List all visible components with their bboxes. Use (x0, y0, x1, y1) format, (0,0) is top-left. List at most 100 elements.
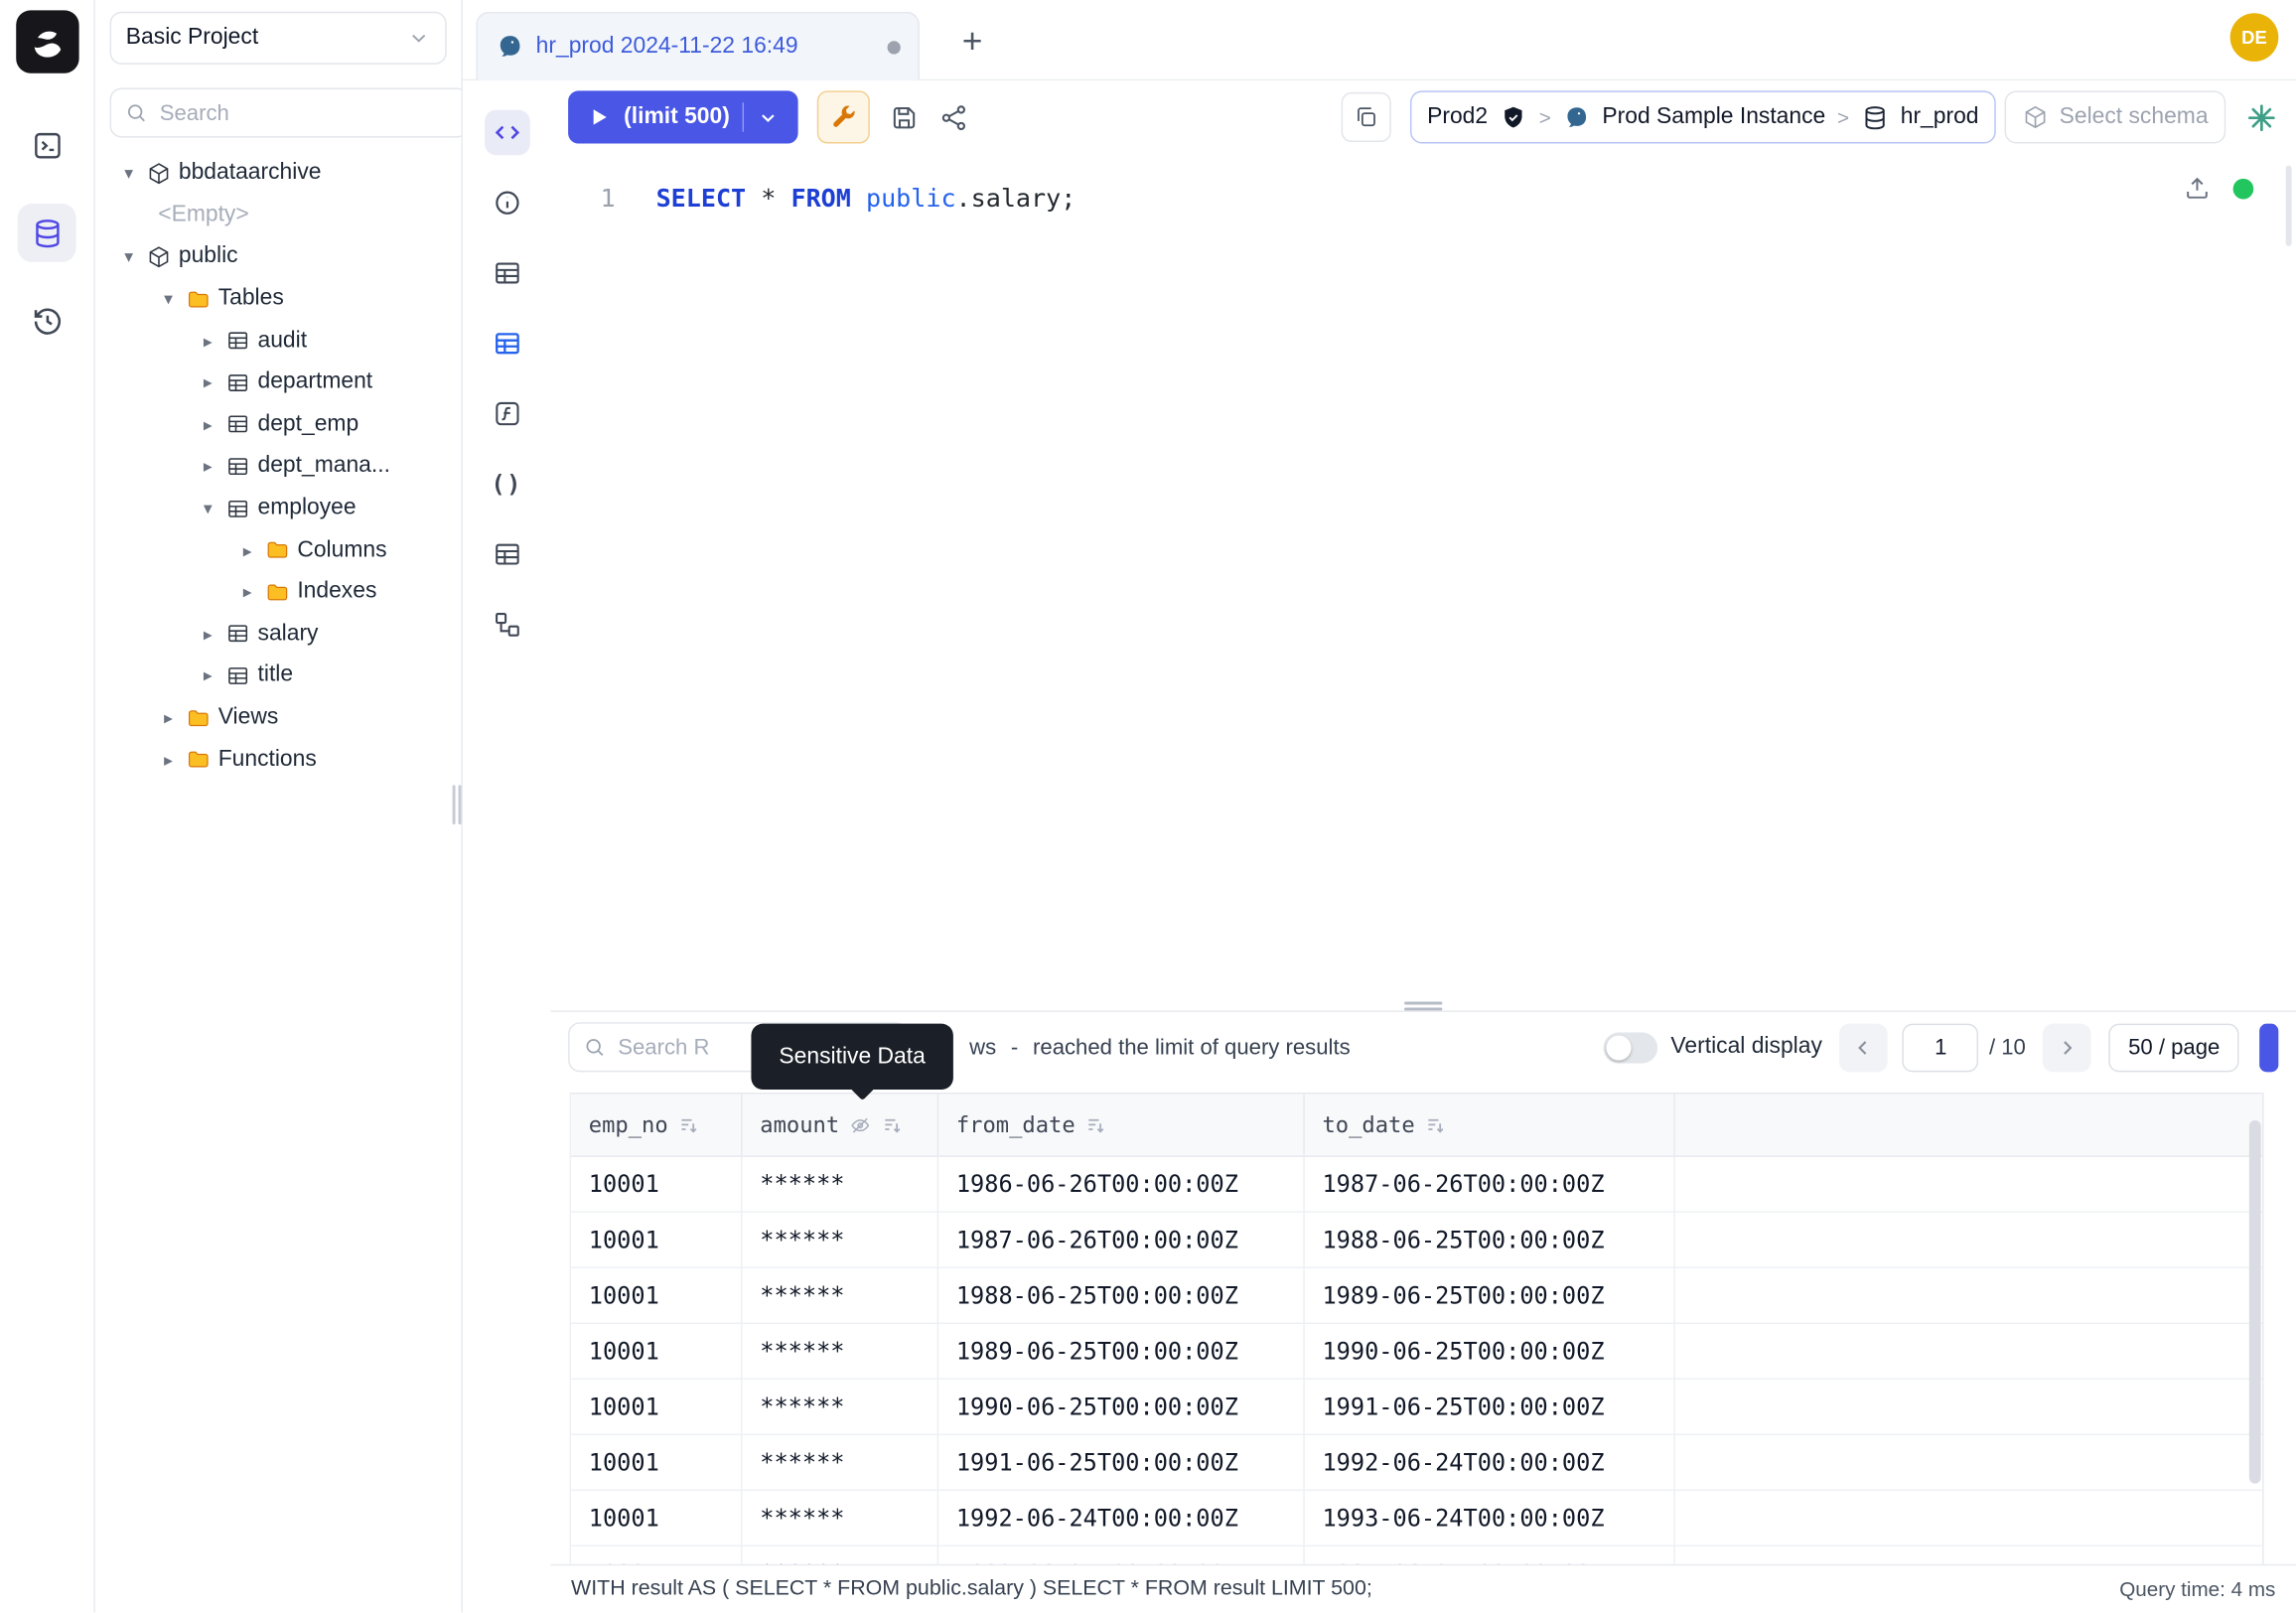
caret-down-icon[interactable]: ▾ (118, 246, 139, 267)
table-cell[interactable]: 1990-06-25T00:00:00Z (938, 1381, 1305, 1435)
tree-item-dept-mana[interactable]: ▸dept_mana... (110, 445, 447, 487)
page-input[interactable] (1903, 1024, 1979, 1073)
export-button[interactable] (2259, 1024, 2278, 1073)
sort-icon[interactable] (1425, 1114, 1447, 1136)
sidebar-resize-handle[interactable] (453, 785, 463, 824)
run-button[interactable]: (limit 500) (568, 90, 798, 143)
functions-panel-icon[interactable] (484, 391, 529, 437)
table-cell[interactable]: 1992-06-24T00:00:00Z (938, 1492, 1305, 1546)
sql-editor[interactable]: 1 SELECT * FROM public.salary; (550, 154, 2296, 1011)
bytebase-logo[interactable] (15, 10, 77, 73)
code-panel-icon[interactable] (484, 110, 529, 156)
table-cell[interactable]: 1989-06-25T00:00:00Z (1305, 1268, 1675, 1323)
add-tab-button[interactable]: + (946, 16, 999, 69)
table-cell[interactable]: 1988-06-25T00:00:00Z (938, 1268, 1305, 1323)
table-cell[interactable]: 1991-06-25T00:00:00Z (938, 1436, 1305, 1491)
tables-panel-icon[interactable] (484, 250, 529, 296)
eye-slash-icon[interactable] (849, 1114, 871, 1136)
info-icon[interactable] (484, 180, 529, 225)
table-cell[interactable]: ****** (743, 1157, 939, 1212)
table-cell[interactable]: ****** (743, 1547, 939, 1565)
admin-mode-button[interactable] (817, 90, 870, 143)
databases-nav-icon[interactable] (18, 204, 76, 262)
table-cell[interactable]: ****** (743, 1436, 939, 1491)
sql-editor-nav-icon[interactable] (18, 115, 76, 174)
masked-data-icon[interactable] (484, 321, 529, 367)
procedures-panel-icon[interactable]: () (484, 461, 529, 507)
table-row[interactable]: 10001******1987-06-26T00:00:00Z1988-06-2… (571, 1213, 2262, 1268)
external-tables-icon[interactable] (484, 531, 529, 577)
table-row[interactable]: 10001******1986-06-26T00:00:00Z1987-06-2… (571, 1157, 2262, 1213)
sidebar-search[interactable] (110, 87, 463, 137)
table-cell[interactable]: 10001 (571, 1268, 743, 1323)
column-header-amount[interactable]: amount (743, 1095, 939, 1156)
worksheet-tab[interactable]: hr_prod 2024-11-22 16:49 (476, 12, 920, 80)
caret-down-icon[interactable]: ▾ (158, 289, 179, 310)
connection-breadcrumb[interactable]: Prod2 > Prod Sample Instance > (1409, 90, 1996, 143)
tree-item-audit[interactable]: ▸audit (110, 320, 447, 362)
tree-item-salary[interactable]: ▸salary (110, 613, 447, 655)
table-cell[interactable]: 10001 (571, 1325, 743, 1380)
select-schema-button[interactable]: Select schema (2005, 90, 2225, 143)
tree-item-functions[interactable]: ▸Functions (110, 739, 447, 781)
caret-right-icon[interactable]: ▸ (158, 707, 179, 728)
vertical-display-toggle[interactable] (1604, 1032, 1658, 1063)
table-cell[interactable]: 1992-06-24T00:00:00Z (1305, 1436, 1675, 1491)
ai-assistant-icon[interactable] (2244, 100, 2278, 134)
prev-page-button[interactable] (1840, 1024, 1889, 1073)
tree-item-views[interactable]: ▸Views (110, 696, 447, 738)
table-cell[interactable]: 10001 (571, 1381, 743, 1435)
table-cell[interactable]: 1993-06-24T00:00:00Z (938, 1547, 1305, 1565)
table-row[interactable]: 10001******1993-06-24T00:00:00Z1994-06-2… (571, 1547, 2262, 1565)
tree-item-tables[interactable]: ▾Tables (110, 278, 447, 320)
caret-right-icon[interactable]: ▸ (198, 665, 218, 686)
table-cell[interactable]: 1987-06-26T00:00:00Z (938, 1213, 1305, 1267)
caret-right-icon[interactable]: ▸ (198, 331, 218, 352)
project-select[interactable]: Basic Project (110, 12, 447, 65)
table-cell[interactable]: 1994-06-24T00:00:00Z (1305, 1547, 1675, 1565)
caret-right-icon[interactable]: ▸ (198, 456, 218, 477)
table-cell[interactable]: ****** (743, 1213, 939, 1267)
share-icon[interactable] (939, 101, 970, 132)
tree-item-indexes[interactable]: ▸Indexes (110, 571, 447, 613)
caret-right-icon[interactable]: ▸ (237, 540, 258, 561)
table-cell[interactable]: ****** (743, 1325, 939, 1380)
tree-item-department[interactable]: ▸department (110, 362, 447, 403)
column-header-from-date[interactable]: from_date (938, 1095, 1305, 1156)
tree-item-bbdataarchive[interactable]: ▾bbdataarchive (110, 152, 447, 194)
sort-icon[interactable] (1085, 1114, 1107, 1136)
tree-item-employee[interactable]: ▾employee (110, 488, 447, 529)
table-cell[interactable]: 1988-06-25T00:00:00Z (1305, 1213, 1675, 1267)
next-page-button[interactable] (2044, 1024, 2092, 1073)
caret-right-icon[interactable]: ▸ (237, 582, 258, 603)
schema-diagram-icon[interactable] (484, 602, 529, 648)
caret-right-icon[interactable]: ▸ (198, 372, 218, 393)
tree-item-public[interactable]: ▾public (110, 236, 447, 278)
tree-item-dept-emp[interactable]: ▸dept_emp (110, 403, 447, 445)
table-cell[interactable]: 1986-06-26T00:00:00Z (938, 1157, 1305, 1212)
upload-icon[interactable] (2183, 174, 2211, 202)
column-header-emp-no[interactable]: emp_no (571, 1095, 743, 1156)
save-icon[interactable] (890, 101, 921, 132)
panel-resize-handle[interactable] (1404, 999, 1442, 1014)
caret-right-icon[interactable]: ▸ (198, 624, 218, 645)
chevron-down-icon[interactable] (758, 106, 780, 128)
results-scrollbar[interactable] (2249, 1121, 2261, 1485)
tree-item-empty[interactable]: <Empty> (110, 195, 447, 236)
table-row[interactable]: 10001******1992-06-24T00:00:00Z1993-06-2… (571, 1492, 2262, 1547)
table-cell[interactable]: 10001 (571, 1436, 743, 1491)
table-row[interactable]: 10001******1988-06-25T00:00:00Z1989-06-2… (571, 1268, 2262, 1324)
format-sql-icon[interactable] (1341, 92, 1390, 142)
page-size-select[interactable]: 50 / page (2109, 1024, 2239, 1073)
table-cell[interactable]: 1990-06-25T00:00:00Z (1305, 1325, 1675, 1380)
sidebar-search-input[interactable] (157, 99, 454, 127)
table-row[interactable]: 10001******1989-06-25T00:00:00Z1990-06-2… (571, 1325, 2262, 1381)
caret-down-icon[interactable]: ▾ (198, 498, 218, 518)
table-cell[interactable]: 10001 (571, 1547, 743, 1565)
sort-icon[interactable] (882, 1114, 904, 1136)
table-cell[interactable]: 1991-06-25T00:00:00Z (1305, 1381, 1675, 1435)
table-cell[interactable]: ****** (743, 1268, 939, 1323)
tree-item-title[interactable]: ▸title (110, 655, 447, 696)
table-row[interactable]: 10001******1990-06-25T00:00:00Z1991-06-2… (571, 1381, 2262, 1436)
history-nav-icon[interactable] (18, 291, 76, 350)
